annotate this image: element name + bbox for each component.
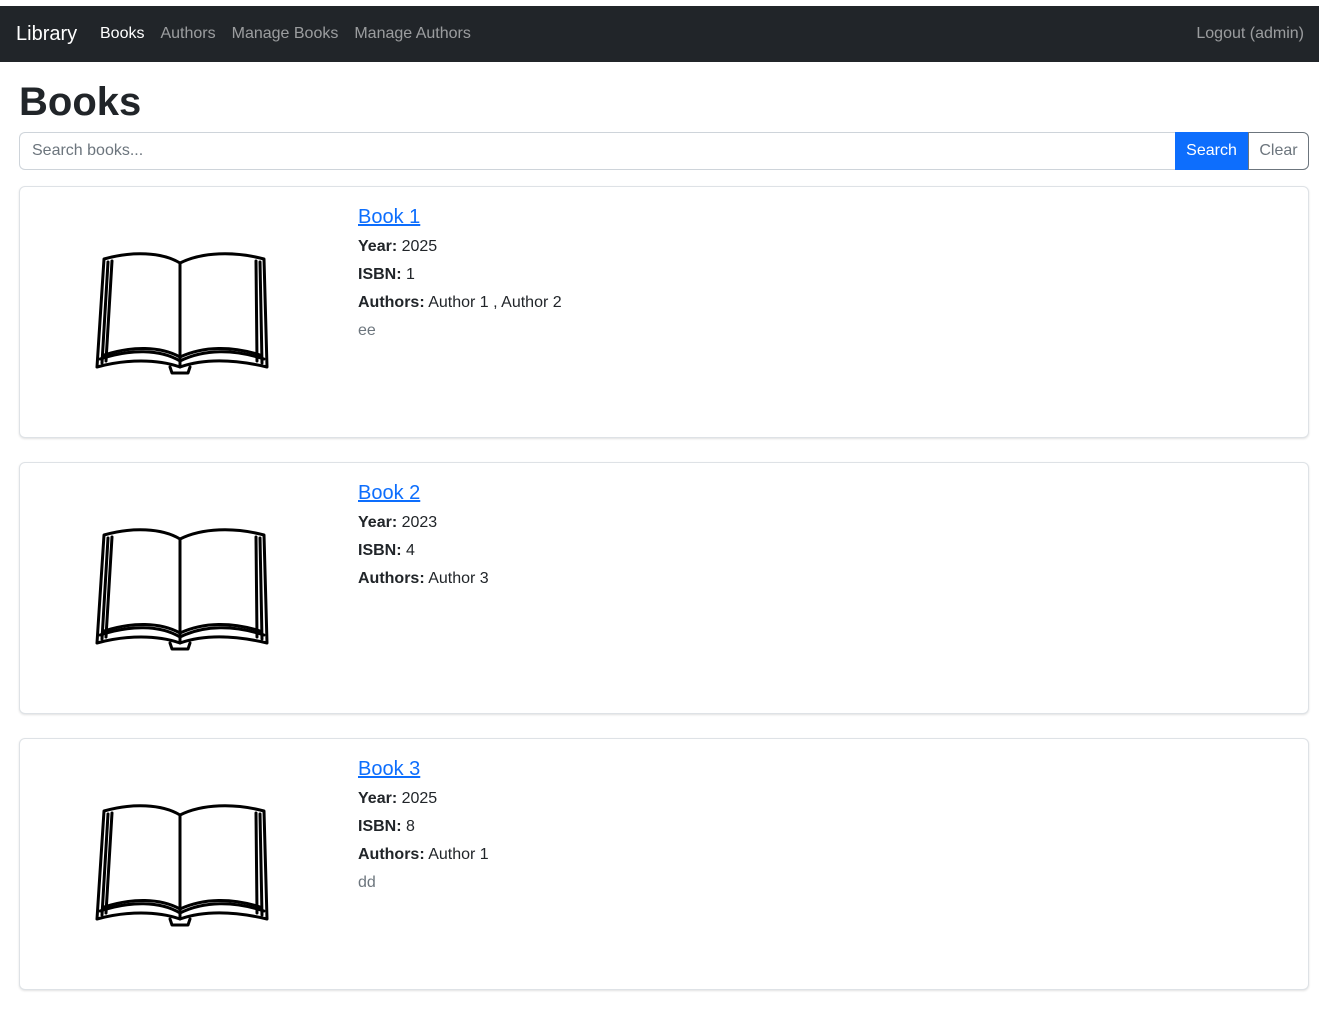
authors-label: Authors: [358,570,425,587]
book-title-link[interactable]: Book 3 [358,755,420,783]
year-value: 2023 [401,514,438,531]
book-body: Book 2 Year: 2023 ISBN: 4 Authors: Autho… [358,479,489,593]
navbar: Library Books Authors Manage Books Manag… [0,6,1319,62]
book-year: Year: 2025 [358,785,489,813]
isbn-value: 1 [406,266,415,283]
isbn-value: 4 [406,542,415,559]
book-card: Book 1 Year: 2025 ISBN: 1 Authors: Autho… [19,186,1309,438]
year-label: Year: [358,790,398,807]
logout-link[interactable]: Logout (admin) [1196,24,1304,44]
book-isbn: ISBN: 1 [358,261,562,289]
book-isbn: ISBN: 4 [358,537,489,565]
isbn-label: ISBN: [358,542,402,559]
nav-links: Books Authors Manage Books Manage Author… [100,24,471,44]
book-title-link[interactable]: Book 1 [358,203,420,231]
year-value: 2025 [401,790,438,807]
book-authors: Authors: Author 1 , Author 2 [358,289,562,317]
isbn-label: ISBN: [358,266,402,283]
open-book-icon [95,528,269,651]
book-authors: Authors: Author 1 [358,841,489,869]
nav-link-books[interactable]: Books [100,24,144,44]
nav-link-authors[interactable]: Authors [160,24,215,44]
authors-value: Author 1 , Author 2 [428,294,562,311]
authors-label: Authors: [358,846,425,863]
book-description: dd [358,874,376,891]
book-body: Book 1 Year: 2025 ISBN: 1 Authors: Autho… [358,203,562,345]
book-authors: Authors: Author 3 [358,565,489,593]
isbn-value: 8 [406,818,415,835]
isbn-label: ISBN: [358,818,402,835]
nav-link-manage-books[interactable]: Manage Books [232,24,339,44]
year-label: Year: [358,514,398,531]
book-list: Book 1 Year: 2025 ISBN: 1 Authors: Autho… [19,186,1309,1014]
year-value: 2025 [401,238,438,255]
book-body: Book 3 Year: 2025 ISBN: 8 Authors: Autho… [358,755,489,897]
book-isbn: ISBN: 8 [358,813,489,841]
book-year: Year: 2025 [358,233,562,261]
book-card: Book 3 Year: 2025 ISBN: 8 Authors: Autho… [19,738,1309,990]
search-input[interactable] [19,132,1175,170]
year-label: Year: [358,238,398,255]
open-book-icon [95,252,269,375]
book-description: ee [358,322,376,339]
authors-label: Authors: [358,294,425,311]
book-title-link[interactable]: Book 2 [358,479,420,507]
book-card: Book 2 Year: 2023 ISBN: 4 Authors: Autho… [19,462,1309,714]
clear-button[interactable]: Clear [1248,132,1309,170]
authors-value: Author 3 [428,570,489,587]
search-form: Search Clear [19,132,1309,170]
authors-value: Author 1 [428,846,489,863]
open-book-icon [95,804,269,927]
brand-link[interactable]: Library [16,22,77,46]
page-title: Books [19,80,142,124]
nav-link-manage-authors[interactable]: Manage Authors [354,24,471,44]
book-year: Year: 2023 [358,509,489,537]
search-button[interactable]: Search [1175,132,1248,170]
